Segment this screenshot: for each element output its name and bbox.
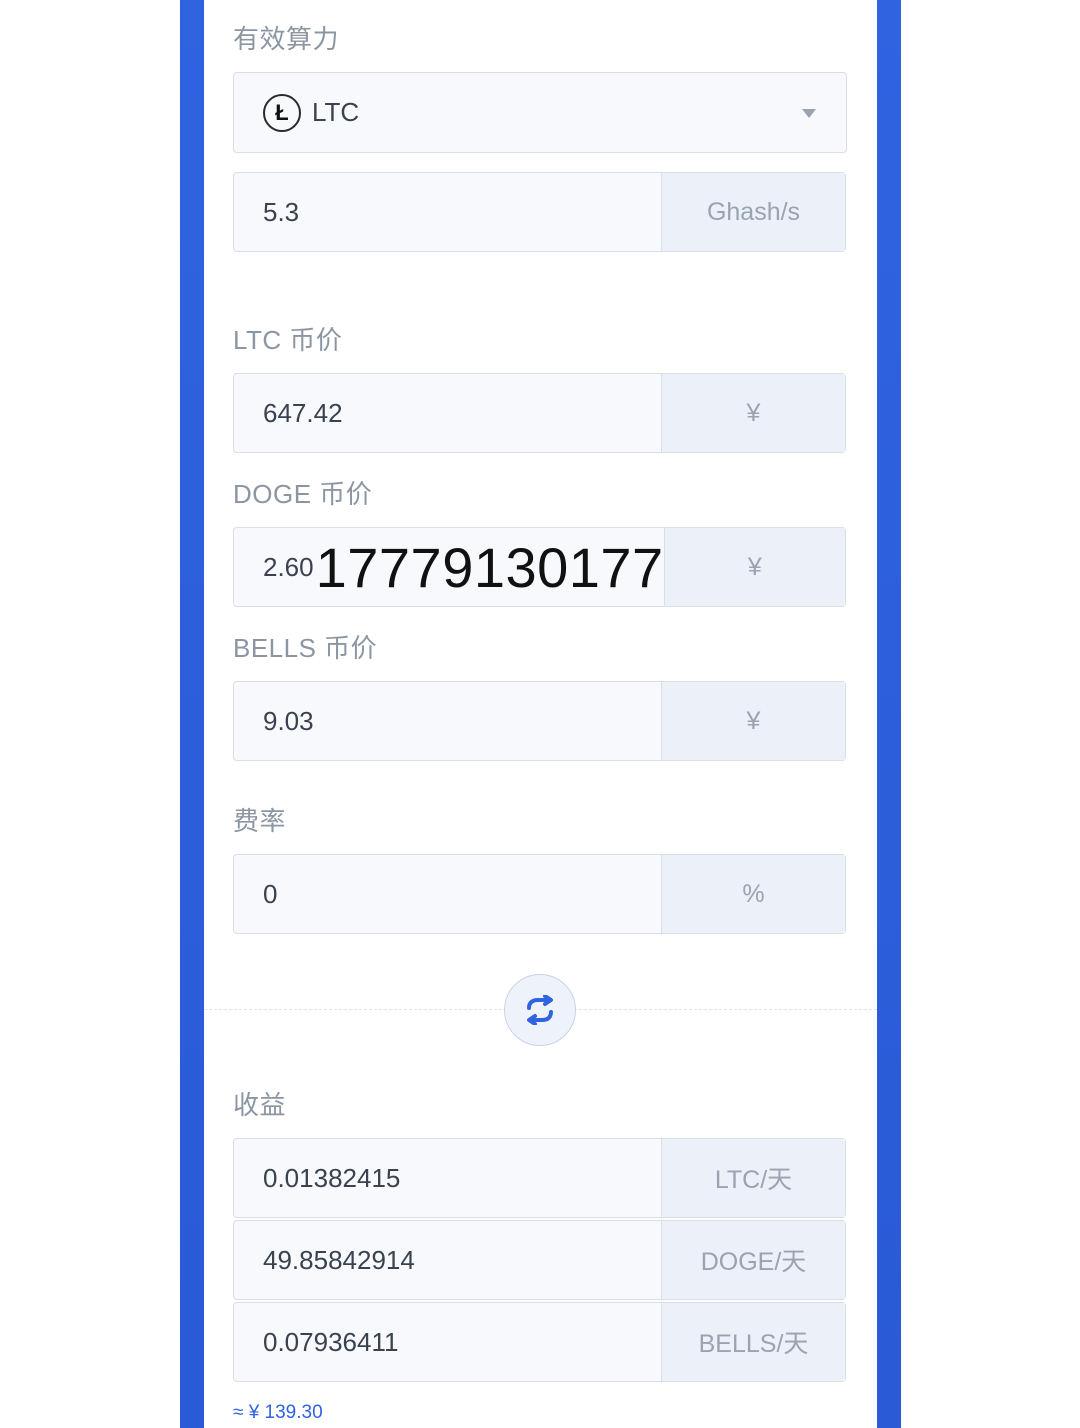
- fee-field[interactable]: 0 %: [233, 854, 846, 934]
- earnings-label: 收益: [233, 1090, 287, 1120]
- earnings-bells-value: 0.07936411: [234, 1303, 662, 1381]
- ltc-price-unit: ¥: [662, 374, 845, 452]
- bells-price-label: BELLS 币价: [233, 633, 378, 663]
- hashrate-field[interactable]: 5.3 Ghash/s: [233, 172, 846, 252]
- fee-unit: %: [662, 855, 845, 933]
- doge-price-value: 2.60: [263, 551, 314, 582]
- bells-price-input[interactable]: 9.03: [234, 682, 662, 760]
- earnings-bells-row: 0.07936411 BELLS/天: [233, 1302, 846, 1382]
- bells-price-unit: ¥: [662, 682, 845, 760]
- earnings-ltc-row: 0.01382415 LTC/天: [233, 1138, 846, 1218]
- bells-price-field[interactable]: 9.03 ¥: [233, 681, 846, 761]
- earnings-doge-value: 49.85842914: [234, 1221, 662, 1299]
- ltc-price-label: LTC 币价: [233, 325, 343, 355]
- frame-right-border: [877, 0, 901, 1428]
- swap-arrows-icon: [527, 995, 553, 1025]
- ltc-price-field[interactable]: 647.42 ¥: [233, 373, 846, 453]
- hashrate-unit: Ghash/s: [662, 173, 845, 251]
- swap-button[interactable]: [504, 974, 576, 1046]
- coin-select-value: LTC: [312, 97, 360, 127]
- fee-label: 费率: [233, 806, 287, 836]
- earnings-ltc-unit: LTC/天: [662, 1139, 845, 1217]
- hashrate-input[interactable]: 5.3: [234, 173, 662, 251]
- doge-price-label: DOGE 币价: [233, 479, 373, 509]
- doge-price-input[interactable]: 2.60 17779130177: [234, 528, 665, 606]
- fee-input[interactable]: 0: [234, 855, 662, 933]
- ltc-price-input[interactable]: 647.42: [234, 374, 662, 452]
- earnings-ltc-value: 0.01382415: [234, 1139, 662, 1217]
- coin-select[interactable]: Ł LTC: [233, 72, 847, 153]
- earnings-doge-row: 49.85842914 DOGE/天: [233, 1220, 846, 1300]
- doge-price-field[interactable]: 2.60 17779130177 ¥: [233, 527, 846, 607]
- earnings-approx-total: ≈ ¥ 139.30: [233, 1402, 323, 1423]
- chevron-down-icon: [802, 109, 816, 118]
- earnings-doge-unit: DOGE/天: [662, 1221, 845, 1299]
- earnings-bells-unit: BELLS/天: [662, 1303, 845, 1381]
- frame-left-border: [180, 0, 204, 1428]
- overlay-number-text: 17779130177: [315, 535, 664, 599]
- hashrate-label: 有效算力: [233, 24, 340, 54]
- litecoin-icon: Ł: [263, 93, 301, 132]
- doge-price-unit: ¥: [664, 528, 845, 606]
